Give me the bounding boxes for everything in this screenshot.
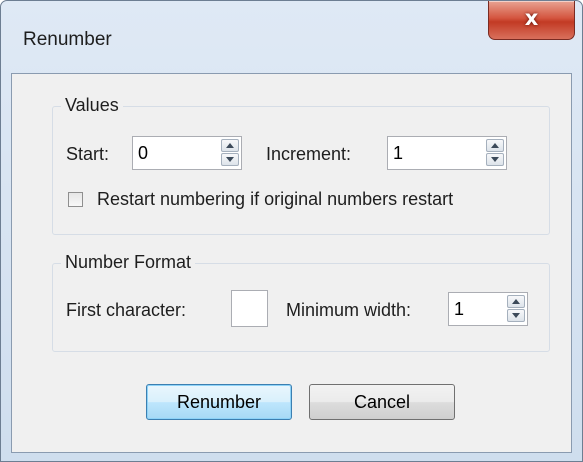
renumber-button[interactable]: Renumber [146,384,292,420]
increment-spinbox[interactable]: 1 [387,136,507,170]
restart-numbering-label[interactable]: Restart numbering if original numbers re… [97,189,453,210]
start-label: Start: [66,144,110,164]
arrow-up-icon [226,143,234,148]
increment-down-button[interactable] [486,153,504,166]
arrow-up-icon [512,299,520,304]
minimum-width-spinbox[interactable]: 1 [448,292,528,326]
increment-label: Increment: [266,144,352,164]
arrow-down-icon [512,313,520,318]
close-button[interactable]: x [488,1,575,40]
increment-value[interactable]: 1 [393,143,403,164]
start-decrement-button[interactable] [221,153,239,166]
values-group-label: Values [61,95,123,116]
number-format-group: Number Format First character: Minimum w… [52,252,550,352]
start-value[interactable]: 0 [138,143,148,164]
number-format-group-label: Number Format [61,252,196,273]
start-increment-button[interactable] [221,139,239,152]
close-icon: x [524,6,539,30]
dialog-window: Renumber x Values Start: 0 Increment: 1 [0,0,583,462]
arrow-down-icon [226,157,234,162]
start-spinbox[interactable]: 0 [132,136,242,170]
minimum-width-down-button[interactable] [507,309,525,322]
restart-numbering-checkbox[interactable] [68,192,83,207]
first-character-label: First character: [66,300,187,320]
arrow-down-icon [491,157,499,162]
window-title: Renumber [23,29,112,50]
minimum-width-value[interactable]: 1 [454,299,464,320]
first-character-field[interactable] [231,290,268,327]
minimum-width-up-button[interactable] [507,295,525,308]
cancel-button[interactable]: Cancel [309,384,455,420]
minimum-width-label: Minimum width: [286,300,412,320]
values-group: Values Start: 0 Increment: 1 Restart num… [52,95,550,235]
increment-up-button[interactable] [486,139,504,152]
dialog-client-area: Values Start: 0 Increment: 1 Restart num… [11,73,572,453]
arrow-up-icon [491,143,499,148]
